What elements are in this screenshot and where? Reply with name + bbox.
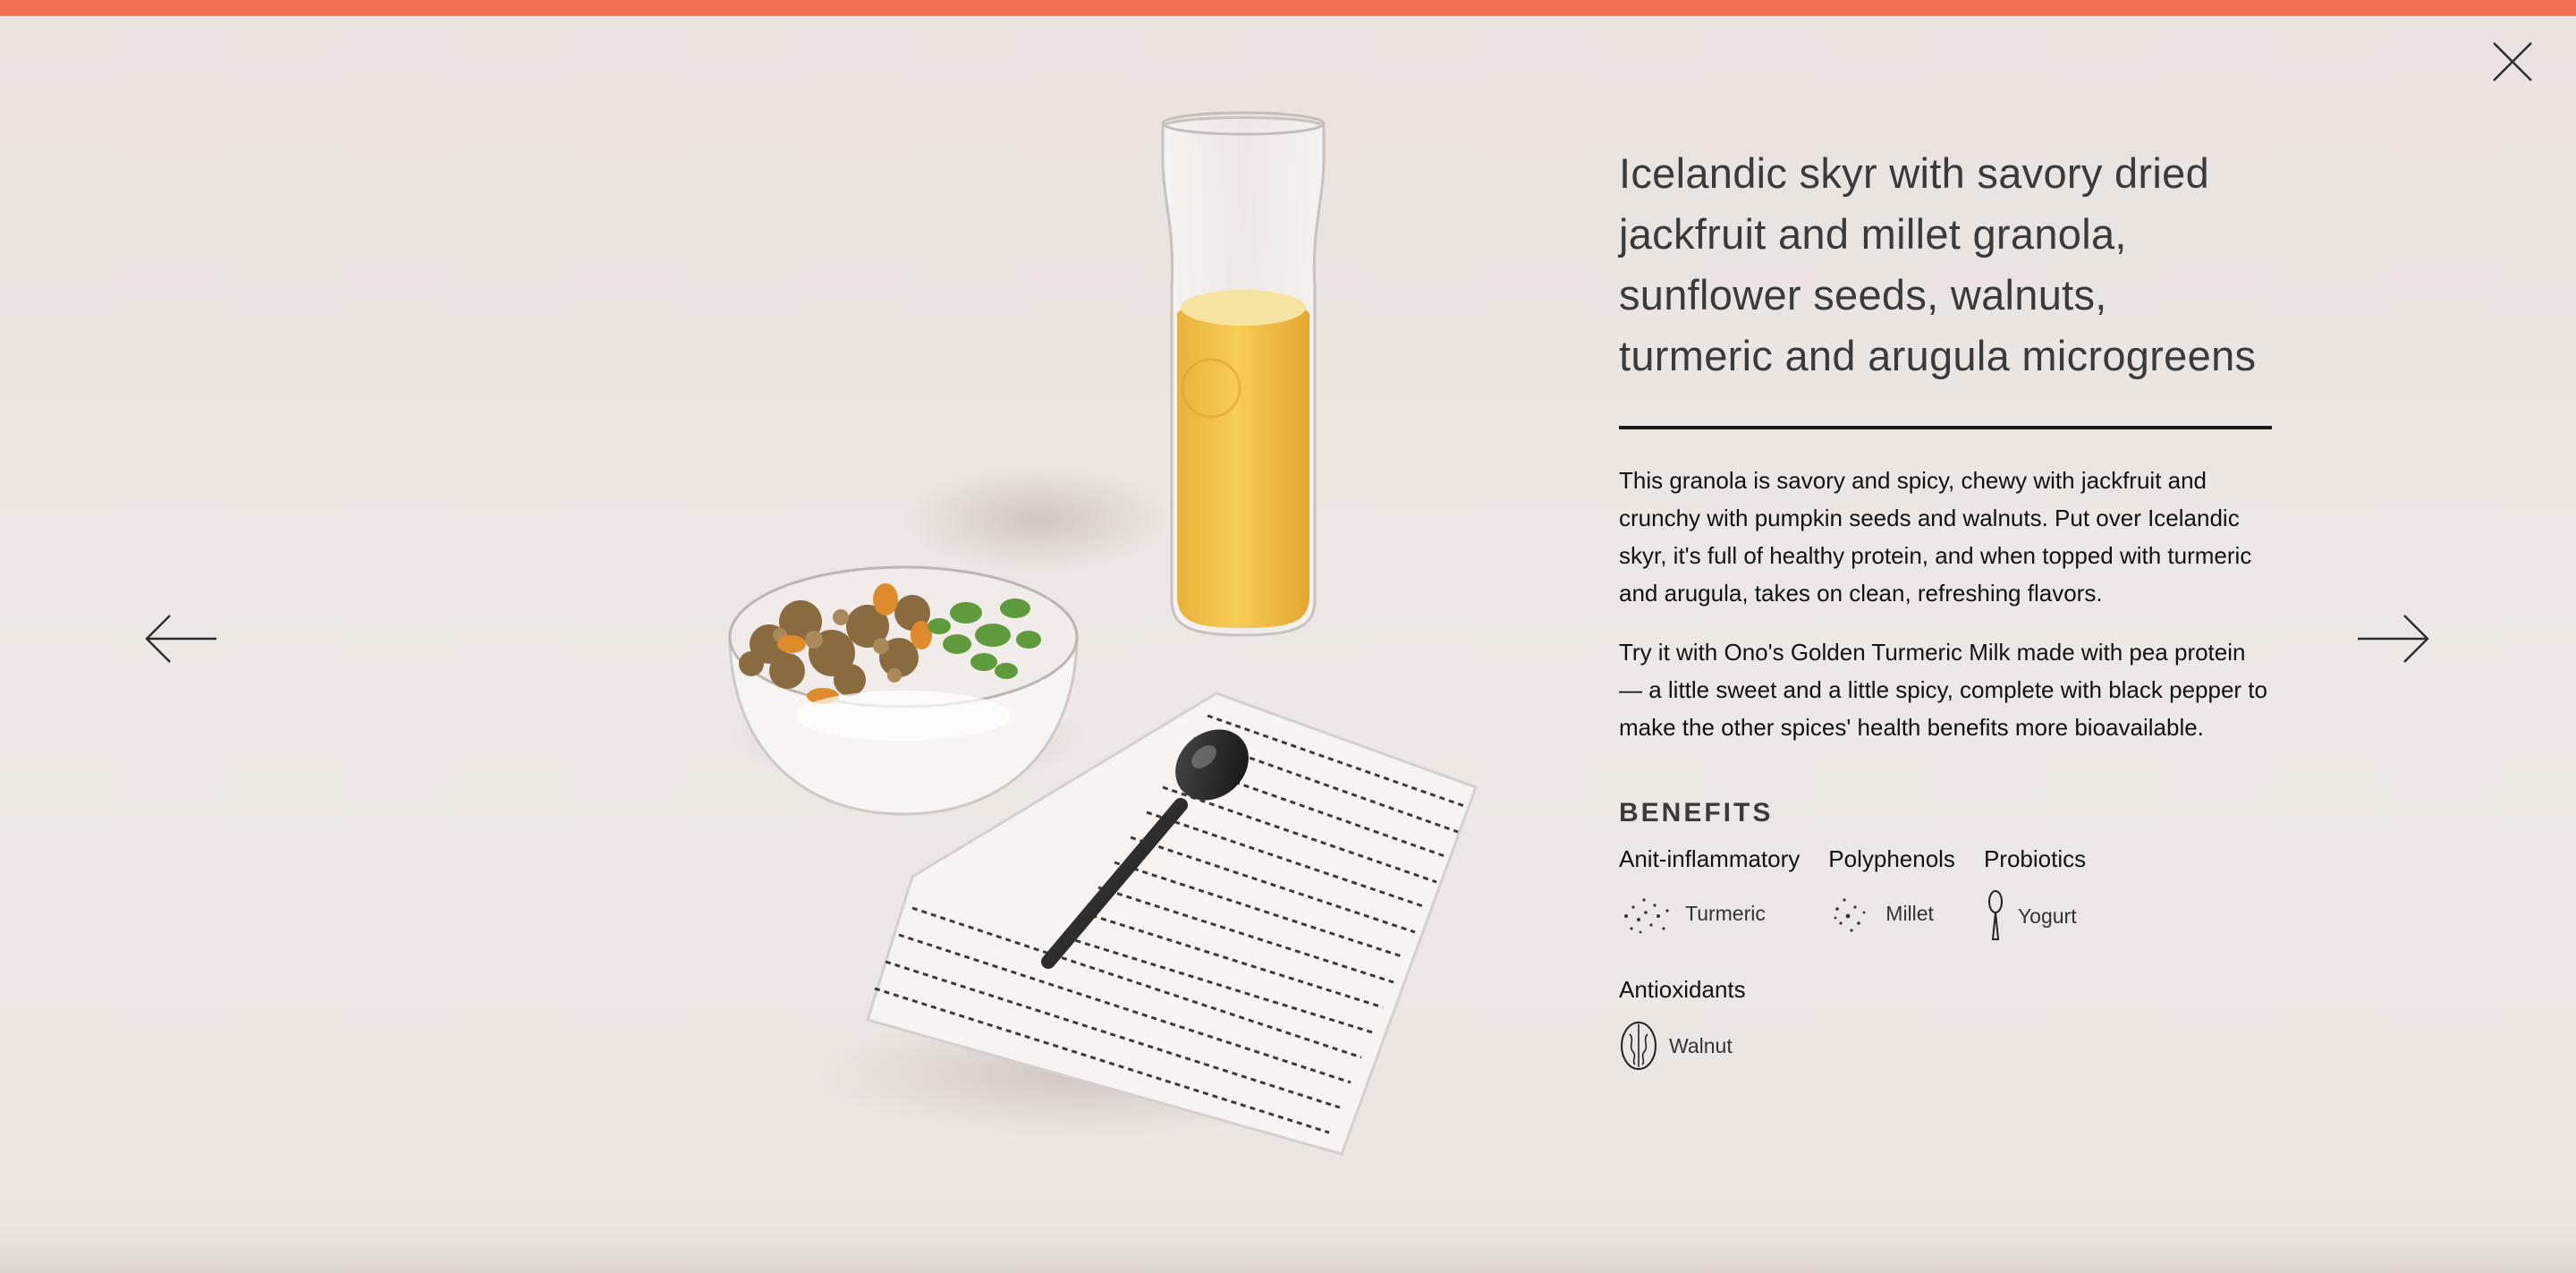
walnut-icon — [1621, 1022, 1657, 1070]
arrow-right-icon — [2358, 615, 2429, 663]
ingredient-name: Millet — [1885, 901, 1934, 925]
product-description-2: Try it with Ono's Golden Turmeric Milk m… — [1619, 639, 2267, 741]
ingredient-yogurt: Yogurt — [1984, 889, 2086, 943]
ingredient-millet: Millet — [1828, 889, 1955, 938]
benefits-row: Anit-inflammatory Turmeric Polyphenols M… — [1619, 844, 2272, 943]
next-button[interactable] — [2354, 610, 2431, 667]
benefit-label: Antioxidants — [1619, 976, 1746, 1003]
benefit-label: Polyphenols — [1828, 845, 1955, 872]
benefit-antioxidants: Antioxidants Walnut — [1619, 975, 1746, 1072]
ingredient-walnut: Walnut — [1619, 1020, 1746, 1072]
close-x-icon — [2493, 42, 2532, 81]
product-description-1: This granola is savory and spicy, chewy … — [1619, 467, 2252, 607]
product-photo — [728, 111, 1478, 1156]
spoon-icon — [1987, 890, 2003, 940]
title-divider — [1619, 426, 2272, 429]
skyr-bowl — [728, 565, 1079, 816]
previous-button[interactable] — [143, 610, 220, 667]
benefits-row: Antioxidants Walnut — [1619, 975, 2272, 1072]
benefit-label: Anit-inflammatory — [1619, 845, 1801, 872]
ingredient-name: Yogurt — [2017, 904, 2077, 928]
carafe — [1161, 111, 1326, 637]
millet-dots-icon — [1834, 898, 1866, 932]
ingredient-name: Walnut — [1669, 1033, 1733, 1057]
bottom-shadow — [0, 1226, 2576, 1273]
benefit-label: Probiotics — [1983, 845, 2087, 872]
close-button[interactable] — [2488, 38, 2537, 86]
benefit-polyphenols: Polyphenols Millet — [1828, 844, 1955, 943]
turmeric-dots-icon — [1624, 898, 1669, 934]
benefit-probiotics: Probiotics Yogurt — [1984, 844, 2086, 943]
product-title: Icelandic skyr with savory dried jackfru… — [1619, 149, 2257, 379]
ingredient-turmeric: Turmeric — [1619, 889, 1800, 938]
benefits-heading: BENEFITS — [1619, 798, 1774, 827]
benefit-anti-inflammatory: Anit-inflammatory Turmeric — [1619, 844, 1800, 943]
arrow-left-icon — [145, 615, 216, 663]
product-info-panel: Icelandic skyr with savory dried jackfru… — [1619, 143, 2272, 1072]
accent-top-bar — [0, 0, 2576, 16]
ingredient-name: Turmeric — [1685, 901, 1766, 925]
